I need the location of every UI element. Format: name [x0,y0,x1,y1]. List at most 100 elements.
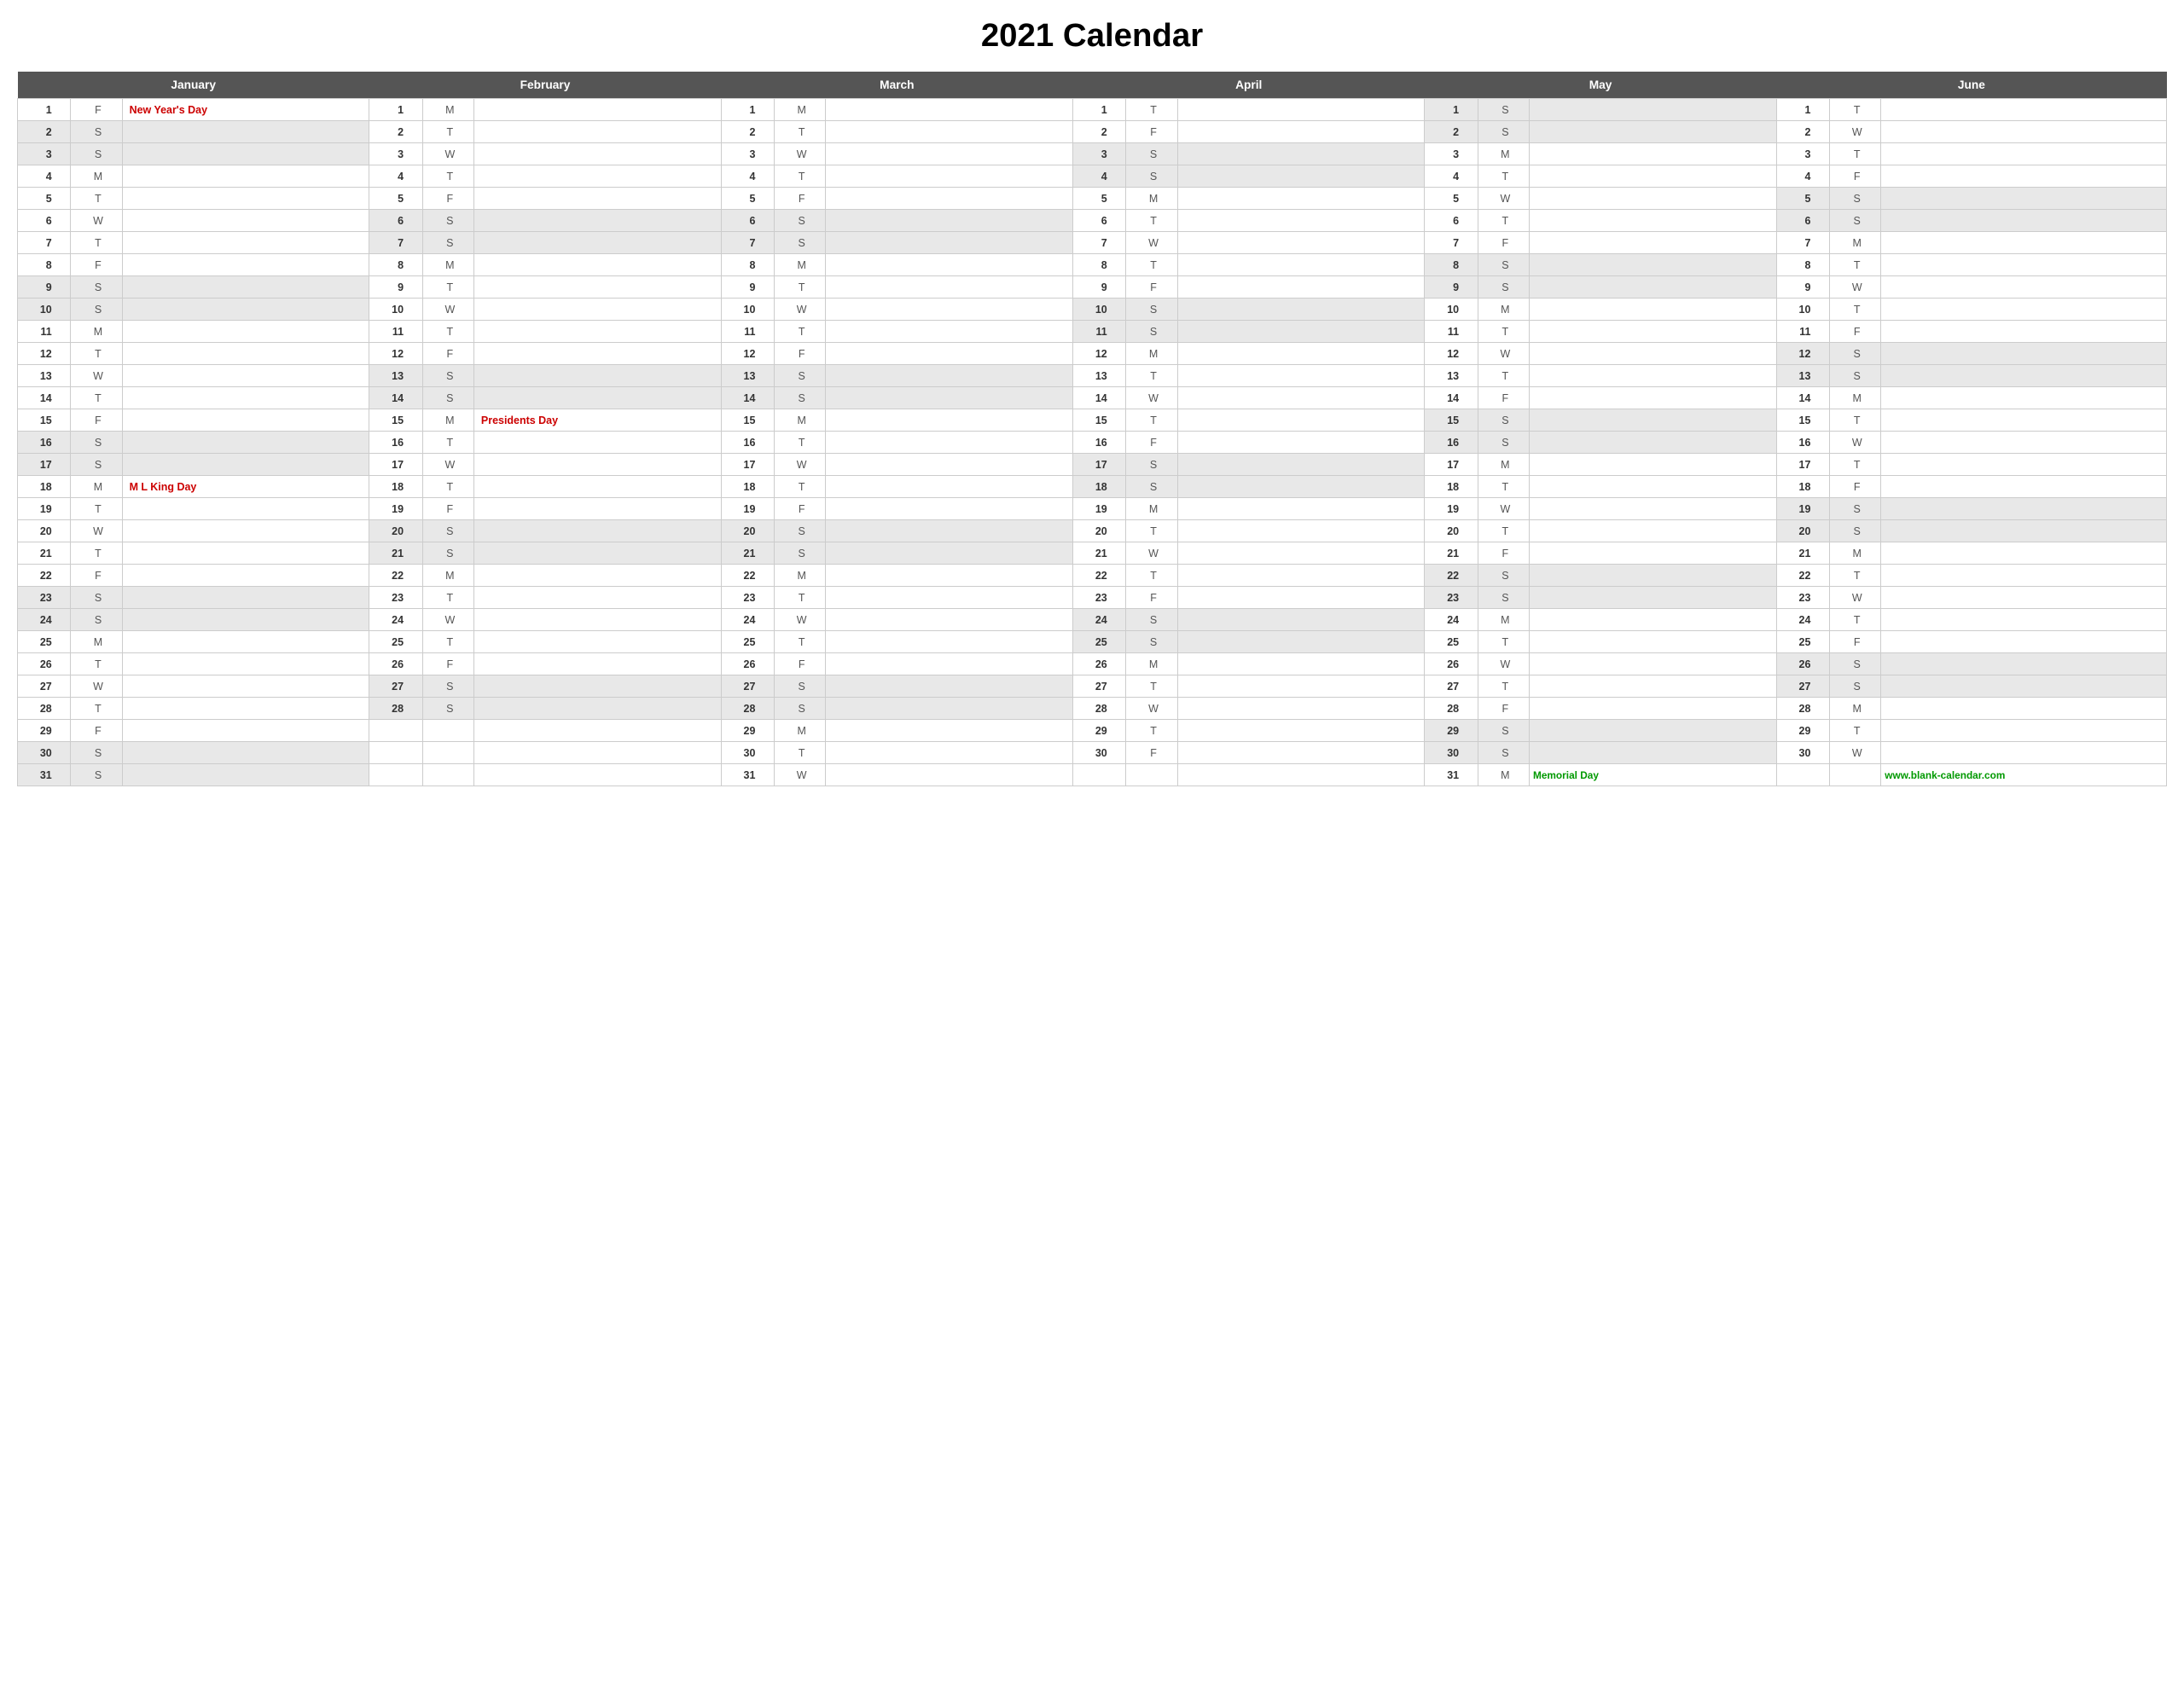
day-event-jan-26 [122,653,369,675]
day-num-apr-13: 13 [1073,365,1126,387]
day-event-jan-21 [122,542,369,565]
day-letter-apr-4: S [1126,165,1177,188]
day-letter-apr-14: W [1126,387,1177,409]
day-event-apr-13 [1177,365,1425,387]
day-num-jan-4: 4 [18,165,71,188]
day-letter-jun-19: S [1830,498,1881,520]
day-num-jan-13: 13 [18,365,71,387]
day-event-jun-13 [1881,365,2167,387]
day-letter-apr-5: M [1126,188,1177,210]
day-letter-mar-19: F [775,498,826,520]
day-letter-jan-26: T [71,653,122,675]
day-num-apr-24: 24 [1073,609,1126,631]
day-num-jun-2: 2 [1776,121,1829,143]
day-num-mar-14: 14 [721,387,774,409]
day-event-jun-30 [1881,742,2167,764]
day-letter-jan-1: F [71,99,122,121]
day-num-jan-8: 8 [18,254,71,276]
day-letter-apr-3: S [1126,143,1177,165]
day-letter-mar-24: W [775,609,826,631]
day-event-may-6 [1529,210,1776,232]
day-event-jan-31 [122,764,369,786]
month-apr-header: April [1073,72,1425,99]
day-event-mar-10 [826,299,1073,321]
day-event-may-23 [1529,587,1776,609]
day-letter-jan-19: T [71,498,122,520]
day-letter-may-22: S [1478,565,1529,587]
day-event-mar-5 [826,188,1073,210]
day-event-may-1 [1529,99,1776,121]
day-num-jun-26: 26 [1776,653,1829,675]
day-letter-may-26: W [1478,653,1529,675]
day-event-may-28 [1529,698,1776,720]
day-num-jun-17: 17 [1776,454,1829,476]
day-num-may-3: 3 [1425,143,1478,165]
day-num-apr-11: 11 [1073,321,1126,343]
day-event-feb-10 [473,299,721,321]
day-event-jun-31: www.blank-calendar.com [1881,764,2167,786]
day-letter-feb-29 [422,720,473,742]
day-num-apr-18: 18 [1073,476,1126,498]
day-event-apr-10 [1177,299,1425,321]
day-num-mar-31: 31 [721,764,774,786]
day-letter-jan-14: T [71,387,122,409]
day-letter-jan-4: M [71,165,122,188]
day-event-mar-1 [826,99,1073,121]
day-num-jan-27: 27 [18,675,71,698]
day-letter-jun-7: M [1830,232,1881,254]
day-letter-mar-5: F [775,188,826,210]
day-event-feb-22 [473,565,721,587]
day-event-may-27 [1529,675,1776,698]
day-num-may-14: 14 [1425,387,1478,409]
day-num-may-21: 21 [1425,542,1478,565]
day-event-may-4 [1529,165,1776,188]
day-letter-feb-20: S [422,520,473,542]
day-num-jan-11: 11 [18,321,71,343]
day-letter-jun-9: W [1830,276,1881,299]
day-num-jan-28: 28 [18,698,71,720]
day-num-may-15: 15 [1425,409,1478,432]
day-num-may-27: 27 [1425,675,1478,698]
day-letter-apr-12: M [1126,343,1177,365]
day-num-jun-21: 21 [1776,542,1829,565]
day-event-apr-30 [1177,742,1425,764]
day-letter-jan-31: S [71,764,122,786]
day-num-mar-4: 4 [721,165,774,188]
day-num-feb-21: 21 [369,542,422,565]
day-event-may-11 [1529,321,1776,343]
day-num-apr-16: 16 [1073,432,1126,454]
day-event-apr-14 [1177,387,1425,409]
day-letter-jan-30: S [71,742,122,764]
day-event-apr-12 [1177,343,1425,365]
day-letter-may-19: W [1478,498,1529,520]
day-letter-jan-7: T [71,232,122,254]
day-letter-feb-4: T [422,165,473,188]
day-letter-may-15: S [1478,409,1529,432]
day-letter-feb-22: M [422,565,473,587]
day-num-jun-4: 4 [1776,165,1829,188]
day-num-mar-6: 6 [721,210,774,232]
day-event-may-8 [1529,254,1776,276]
day-event-apr-18 [1177,476,1425,498]
day-event-jan-13 [122,365,369,387]
day-letter-feb-9: T [422,276,473,299]
day-num-mar-25: 25 [721,631,774,653]
day-num-may-7: 7 [1425,232,1478,254]
day-event-apr-20 [1177,520,1425,542]
day-num-jan-16: 16 [18,432,71,454]
day-letter-feb-26: F [422,653,473,675]
day-num-may-8: 8 [1425,254,1478,276]
day-num-feb-1: 1 [369,99,422,121]
day-num-jan-31: 31 [18,764,71,786]
day-event-jun-27 [1881,675,2167,698]
day-event-feb-9 [473,276,721,299]
day-num-jun-10: 10 [1776,299,1829,321]
day-letter-feb-16: T [422,432,473,454]
day-letter-may-30: S [1478,742,1529,764]
day-letter-may-14: F [1478,387,1529,409]
day-letter-mar-25: T [775,631,826,653]
day-event-may-29 [1529,720,1776,742]
day-num-jun-20: 20 [1776,520,1829,542]
day-letter-apr-31 [1126,764,1177,786]
day-letter-jan-21: T [71,542,122,565]
